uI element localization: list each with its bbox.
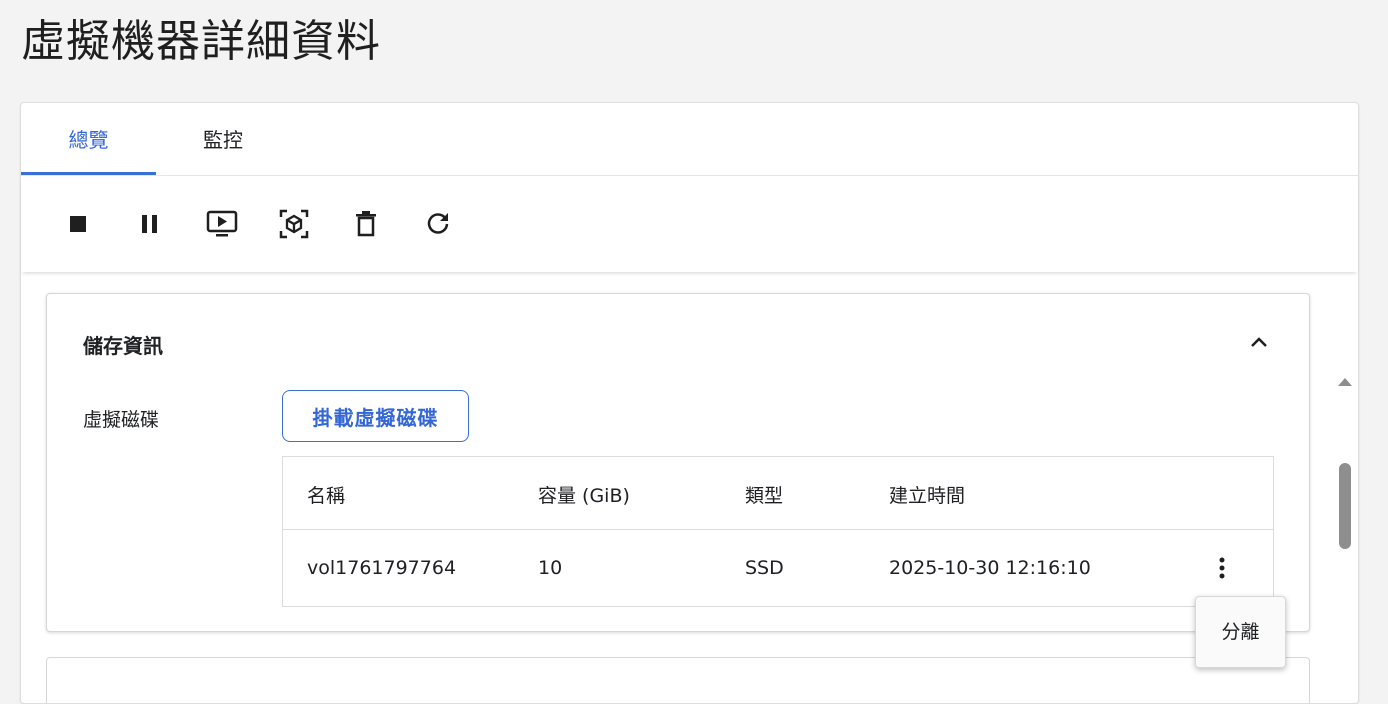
stop-button[interactable] bbox=[56, 202, 100, 246]
refresh-icon bbox=[427, 213, 449, 234]
page-title: 虛擬機器詳細資料 bbox=[21, 16, 381, 67]
virtual-disk-label: 虛擬磁碟 bbox=[83, 409, 160, 431]
pause-icon bbox=[142, 215, 157, 233]
cell-capacity: 10 bbox=[538, 557, 563, 579]
row-actions-menu: 分離 bbox=[1195, 596, 1286, 668]
console-button[interactable] bbox=[200, 202, 244, 246]
header-created: 建立時間 bbox=[889, 485, 966, 507]
header-capacity: 容量 (GiB) bbox=[538, 485, 630, 507]
row-actions-button[interactable] bbox=[1205, 551, 1239, 585]
cell-name: vol1761797764 bbox=[307, 557, 457, 579]
attach-virtual-disk-button[interactable]: 掛載虛擬磁碟 bbox=[282, 390, 469, 442]
tab-monitor[interactable]: 監控 bbox=[168, 103, 278, 175]
stop-icon bbox=[70, 216, 86, 232]
more-vert-icon bbox=[1219, 557, 1225, 579]
action-toolbar bbox=[21, 176, 1358, 272]
header-name: 名稱 bbox=[307, 485, 346, 507]
pause-button[interactable] bbox=[128, 202, 172, 246]
virtual-disk-table: 名稱 容量 (GiB) 類型 建立時間 vol1761797764 10 SSD… bbox=[282, 456, 1274, 607]
delete-icon bbox=[356, 211, 376, 237]
snapshot-icon bbox=[279, 209, 309, 239]
header-type: 類型 bbox=[745, 485, 784, 507]
scroll-up-arrow-icon[interactable] bbox=[1337, 376, 1353, 388]
vm-details-card: 總覽 監控 儲存資訊 虛擬磁碟 掛載虛擬磁碟 名稱 容量 (GiB) 類型 建立… bbox=[20, 102, 1359, 704]
chevron-up-icon bbox=[1251, 337, 1267, 347]
tab-bar: 總覽 監控 bbox=[21, 103, 1358, 176]
delete-button[interactable] bbox=[344, 202, 388, 246]
refresh-button[interactable] bbox=[416, 202, 460, 246]
collapse-button[interactable] bbox=[1243, 326, 1275, 358]
detach-menu-item[interactable]: 分離 bbox=[1196, 597, 1285, 667]
scrollbar-thumb[interactable] bbox=[1339, 463, 1351, 549]
cell-type: SSD bbox=[745, 557, 784, 579]
tab-overview[interactable]: 總覽 bbox=[21, 103, 156, 175]
storage-info-section: 儲存資訊 虛擬磁碟 掛載虛擬磁碟 名稱 容量 (GiB) 類型 建立時間 vol… bbox=[46, 293, 1310, 632]
snapshot-button[interactable] bbox=[272, 202, 316, 246]
details-scroll-area[interactable]: 儲存資訊 虛擬磁碟 掛載虛擬磁碟 名稱 容量 (GiB) 類型 建立時間 vol… bbox=[21, 273, 1358, 703]
section-title: 儲存資訊 bbox=[83, 334, 163, 358]
next-section bbox=[46, 657, 1310, 703]
console-icon bbox=[206, 210, 238, 237]
cell-created: 2025-10-30 12:16:10 bbox=[889, 557, 1091, 579]
table-header: 名稱 容量 (GiB) 類型 建立時間 bbox=[283, 457, 1273, 530]
